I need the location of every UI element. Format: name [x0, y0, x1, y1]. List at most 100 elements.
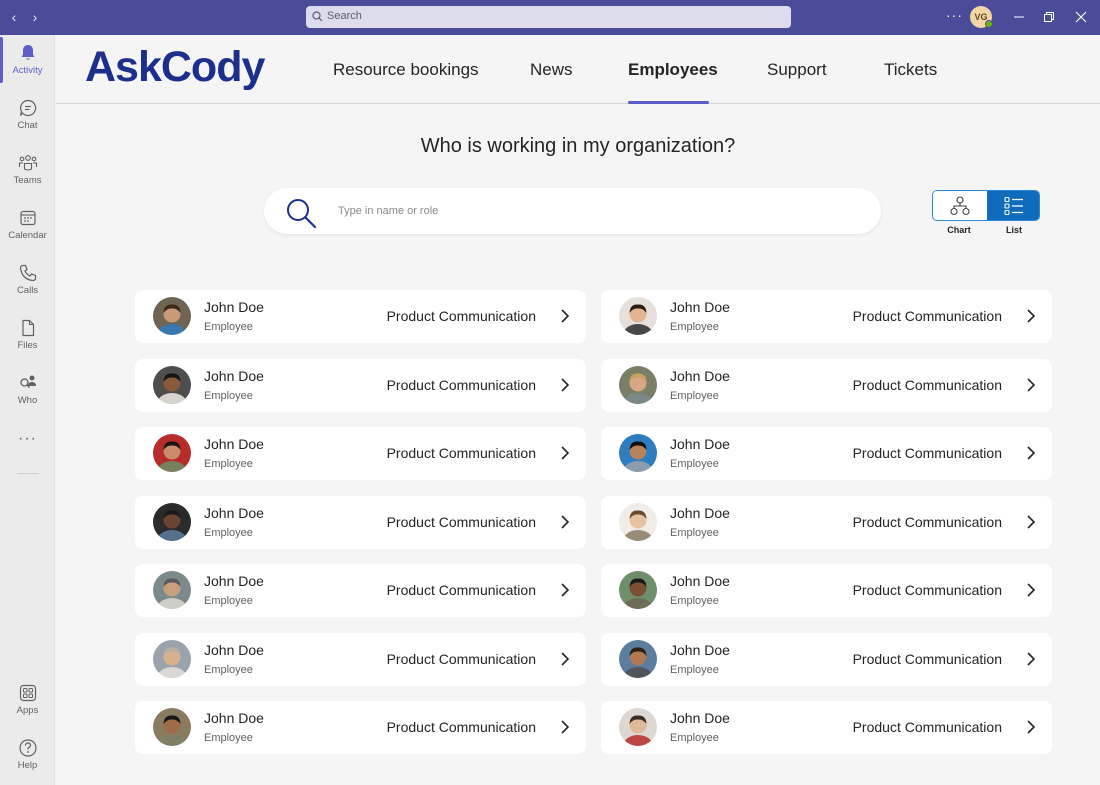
employee-card[interactable]: John Doe Employee Product Communication	[135, 358, 586, 412]
askcody-logo: AskCody	[85, 43, 265, 91]
employee-name: John Doe	[204, 641, 264, 658]
rail-item-apps[interactable]: Apps	[0, 675, 55, 727]
chart-view-label: Chart	[947, 225, 971, 235]
employee-avatar	[153, 434, 191, 472]
list-view-button[interactable]	[987, 191, 1039, 220]
employee-card[interactable]: John Doe Employee Product Communication	[601, 427, 1052, 480]
employee-role: Employee	[204, 663, 253, 676]
org-chart-icon	[950, 196, 970, 216]
tab-tickets[interactable]: Tickets	[884, 60, 937, 80]
employee-role: Employee	[204, 732, 253, 744]
rail-label-calendar: Calendar	[8, 230, 47, 241]
employee-card[interactable]: John Doe Employee Product Communication	[135, 632, 586, 686]
chevron-right-icon[interactable]	[1026, 308, 1036, 324]
chevron-right-icon[interactable]	[1026, 719, 1036, 735]
employee-name: John Doe	[670, 299, 730, 315]
rail-item-chat[interactable]: Chat	[0, 90, 55, 142]
chevron-right-icon[interactable]	[560, 377, 570, 393]
tab-news[interactable]: News	[530, 60, 573, 80]
employee-search-input[interactable]: Type in name or role	[264, 188, 881, 234]
restore-icon[interactable]	[1041, 9, 1057, 25]
chevron-right-icon[interactable]	[560, 582, 570, 598]
rail-item-files[interactable]: Files	[0, 310, 55, 362]
chevron-right-icon[interactable]	[1026, 651, 1036, 667]
employee-avatar	[153, 571, 191, 609]
employee-department: Product Communication	[386, 513, 536, 530]
rail-label-help: Help	[17, 760, 38, 771]
employee-avatar	[153, 297, 191, 335]
presence-status-icon	[985, 20, 993, 28]
employee-card[interactable]: John Doe Employee Product Communication	[135, 290, 586, 343]
employee-card[interactable]: John Doe Employee Product Communication	[601, 495, 1052, 549]
tab-support[interactable]: Support	[767, 60, 827, 80]
rail-label-files: Files	[17, 340, 38, 351]
chevron-right-icon[interactable]	[1026, 582, 1036, 598]
chevron-right-icon[interactable]	[1026, 445, 1036, 461]
chevron-right-icon[interactable]	[1026, 377, 1036, 393]
chart-view-button[interactable]	[933, 191, 987, 220]
employee-role: Employee	[204, 458, 253, 470]
employee-search-placeholder: Type in name or role	[338, 205, 439, 217]
minimize-icon[interactable]	[1011, 9, 1027, 25]
employee-avatar	[153, 365, 191, 404]
employee-name: John Doe	[670, 573, 730, 589]
employee-card[interactable]: John Doe Employee Product Communication	[601, 358, 1052, 412]
employee-card[interactable]: John Doe Employee Product Communication	[135, 427, 586, 480]
employee-name: John Doe	[670, 710, 730, 726]
employee-department: Product Communication	[852, 650, 1002, 667]
rail-item-who[interactable]: Who	[0, 365, 55, 417]
chevron-right-icon[interactable]	[560, 308, 570, 324]
rail-item-activity[interactable]: Activity	[0, 35, 55, 87]
rail-more-apps[interactable]: ···	[0, 430, 55, 448]
chevron-right-icon[interactable]	[560, 514, 570, 530]
apps-icon	[19, 684, 36, 702]
chevron-right-icon[interactable]	[560, 719, 570, 735]
employee-department: Product Communication	[386, 376, 536, 393]
search-icon	[312, 11, 323, 22]
employee-name: John Doe	[204, 710, 264, 726]
employee-avatar	[619, 365, 657, 404]
rail-item-calendar[interactable]: Calendar	[0, 200, 55, 252]
employee-card[interactable]: John Doe Employee Product Communication	[601, 290, 1052, 343]
employee-name: John Doe	[204, 367, 264, 384]
employee-card[interactable]: John Doe Employee Product Communication	[135, 564, 586, 617]
employee-card[interactable]: John Doe Employee Product Communication	[601, 564, 1052, 617]
rail-item-calls[interactable]: Calls	[0, 255, 55, 307]
employee-name: John Doe	[670, 436, 730, 452]
close-icon[interactable]	[1073, 9, 1089, 25]
employee-role: Employee	[204, 389, 253, 402]
employee-avatar	[153, 708, 191, 746]
search-icon	[287, 199, 317, 229]
rail-item-teams[interactable]: Teams	[0, 145, 55, 197]
file-icon	[21, 319, 34, 337]
employee-department: Product Communication	[386, 445, 536, 461]
employee-avatar	[619, 708, 657, 746]
page-question: Who is working in my organization?	[420, 135, 736, 157]
rail-item-help[interactable]: Help	[0, 730, 55, 782]
employee-avatar	[153, 502, 191, 541]
employee-card[interactable]: John Doe Employee Product Communication	[135, 495, 586, 549]
chevron-right-icon[interactable]	[560, 651, 570, 667]
list-view-label: List	[1005, 225, 1022, 235]
employee-card[interactable]: John Doe Employee Product Communication	[601, 701, 1052, 754]
employee-department: Product Communication	[386, 650, 536, 667]
employee-department: Product Communication	[852, 582, 1002, 598]
chevron-right-icon[interactable]	[1026, 514, 1036, 530]
employee-role: Employee	[670, 458, 719, 470]
tab-resource-bookings[interactable]: Resource bookings	[333, 60, 479, 80]
tab-employees[interactable]: Employees	[628, 60, 718, 80]
chevron-right-icon[interactable]	[560, 445, 570, 461]
more-options-icon[interactable]: ···	[946, 7, 963, 23]
help-icon	[18, 739, 37, 757]
global-search-input[interactable]: Search	[306, 6, 791, 28]
employee-department: Product Communication	[852, 376, 1002, 393]
employee-card[interactable]: John Doe Employee Product Communication	[135, 701, 586, 754]
employee-card[interactable]: John Doe Employee Product Communication	[601, 632, 1052, 686]
employee-name: John Doe	[670, 504, 730, 521]
employee-department: Product Communication	[852, 308, 1002, 324]
back-arrow-icon[interactable]: ‹	[7, 9, 21, 25]
title-bar: ‹ › Search ··· VG	[0, 0, 1100, 35]
employee-name: John Doe	[670, 641, 730, 658]
forward-arrow-icon[interactable]: ›	[28, 9, 42, 25]
employee-role: Employee	[670, 526, 719, 539]
